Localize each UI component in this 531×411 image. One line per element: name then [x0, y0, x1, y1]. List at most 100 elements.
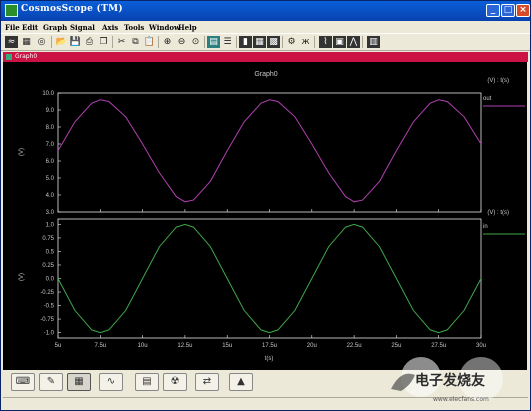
y-tick-label: 9.0 [46, 108, 55, 114]
chart-icon[interactable]: ⌇ [319, 36, 332, 48]
table-icon[interactable]: ▦ [253, 36, 266, 48]
graph-subwindow-titlebar[interactable]: Graph0 [3, 52, 528, 62]
menu-axis[interactable]: Axis [102, 23, 118, 32]
x-tick-label: 17.5u [262, 343, 277, 349]
menu-help[interactable]: Help [178, 23, 197, 32]
toolbar-separator [158, 36, 159, 48]
toolbar-separator [112, 36, 113, 48]
panel-1-legend-label: out [483, 96, 492, 102]
menu-edit[interactable]: Edit [22, 23, 38, 32]
toolbar: ≈ ▦ ◎ 📂 💾 ⎙ ❐ ✂ ⧉ 📋 ⊕ ⊖ ⊙ ▤ ☰ ▮ ▦ ▩ ⚙ ж … [1, 33, 530, 51]
x-tick-label: 15u [222, 343, 232, 349]
zoom-out-icon[interactable]: ⊖ [175, 36, 188, 48]
close-button[interactable]: × [516, 4, 530, 17]
graph-icon [6, 54, 12, 60]
subwindow-title: Graph0 [15, 53, 38, 60]
y-tick-label: 6.0 [46, 159, 55, 165]
watermark-logo: 电子发烧友 www.elecfans.com [391, 357, 503, 403]
x-tick-label: 20u [307, 343, 317, 349]
pen-icon[interactable]: ✎ [39, 373, 63, 391]
y-tick-label: -0.25 [40, 290, 54, 296]
x-axis-label: t(s) [265, 356, 274, 362]
waveform-icon[interactable]: ≈ [5, 36, 18, 48]
minimize-button[interactable]: _ [486, 4, 500, 17]
y-tick-label: 10.0 [42, 91, 54, 97]
scope-icon[interactable]: ⚙ [285, 36, 298, 48]
x-tick-label: 25u [391, 343, 401, 349]
zoom-fit-icon[interactable]: ⊙ [189, 36, 202, 48]
y-tick-label: -0.5 [44, 304, 55, 310]
nuclear-icon[interactable]: ☢ [163, 373, 187, 391]
y-tick-label: 0.0 [46, 277, 55, 283]
marker-icon[interactable]: ▮ [239, 36, 252, 48]
toolbar-separator [204, 36, 205, 48]
photo-icon[interactable]: ▣ [333, 36, 346, 48]
menu-tools[interactable]: Tools [124, 23, 144, 32]
signal-icon[interactable]: ⋀ [347, 36, 360, 48]
panel-2-legend-label: in [483, 224, 488, 230]
save-icon[interactable]: 💾 [69, 36, 82, 48]
paste-icon[interactable]: 📋 [143, 36, 156, 48]
x-tick-label: 12.5u [177, 343, 192, 349]
chart-title: Graph0 [254, 71, 277, 78]
title-bar[interactable]: CosmosScope (TM) _ □ × [1, 1, 530, 21]
curve-icon[interactable]: ∿ [99, 373, 123, 391]
y-tick-label: -0.75 [40, 317, 54, 323]
panel-2-legend-header: (V) : t(s) [487, 210, 509, 216]
x-tick-label: 7.5u [94, 343, 106, 349]
toolbar-separator [362, 36, 363, 48]
panel-1-ylabel: (V) [19, 148, 25, 156]
menu-file[interactable]: File [5, 23, 20, 32]
butterfly-icon[interactable]: ж [299, 36, 312, 48]
y-tick-label: 5.0 [46, 176, 55, 182]
spectrum-icon[interactable]: ▥ [367, 36, 380, 48]
x-tick-label: 30u [476, 343, 486, 349]
panel-2-ylabel: (V) [19, 273, 25, 281]
toolbar-separator [314, 36, 315, 48]
x-tick-label: 27.5u [431, 343, 446, 349]
watermark-text: 电子发烧友 [415, 372, 485, 389]
y-tick-label: -1.0 [44, 331, 55, 337]
y-tick-label: 3.0 [46, 210, 55, 216]
y-tick-label: 8.0 [46, 125, 55, 131]
target-icon[interactable]: ◎ [35, 36, 48, 48]
print-icon[interactable]: ⎙ [83, 36, 96, 48]
list-icon[interactable]: ☰ [221, 36, 234, 48]
app-icon [5, 4, 18, 17]
waveform-chart[interactable]: Graph0 (V) (V) : t(s) out 10.0 9.0 8.0 7.0 6… [3, 62, 527, 370]
x-tick-label: 10u [138, 343, 148, 349]
menu-graph[interactable]: Graph [43, 23, 67, 32]
panel-1-frame [57, 92, 482, 213]
matlab-icon[interactable]: ▲ [229, 373, 253, 391]
copy2-icon[interactable]: ⧉ [129, 36, 142, 48]
copy-icon[interactable]: ❐ [97, 36, 110, 48]
y-tick-label: 0.5 [46, 249, 55, 255]
calculator-icon[interactable]: ▤ [135, 373, 159, 391]
graph-area[interactable]: Graph0 (V) (V) : t(s) out 10.0 9.0 8.0 7.0 6… [3, 62, 527, 370]
toolbar-separator [51, 36, 52, 48]
keyboard-icon[interactable]: ⌨ [11, 373, 35, 391]
in-series-line[interactable] [57, 223, 482, 334]
window-title: CosmosScope (TM) [21, 4, 123, 14]
open-folder-icon[interactable]: 📂 [55, 36, 68, 48]
maximize-button[interactable]: □ [501, 4, 515, 17]
panel-1-legend-header: (V) : t(s) [487, 78, 509, 84]
cut-icon[interactable]: ✂ [115, 36, 128, 48]
y-tick-label: 0.25 [42, 263, 54, 269]
y-tick-label: 7.0 [46, 142, 55, 148]
stack-icon[interactable]: ▤ [207, 36, 220, 48]
x-tick-label: 22.5u [347, 343, 362, 349]
panel-2-frame [57, 218, 482, 339]
y-tick-label: 0.75 [42, 236, 54, 242]
graph-tool-icon[interactable]: ▦ [67, 373, 91, 391]
zoom-in-icon[interactable]: ⊕ [161, 36, 174, 48]
out-series-line[interactable] [57, 99, 482, 203]
transfer-icon[interactable]: ⇄ [195, 373, 219, 391]
grid2-icon[interactable]: ▩ [267, 36, 280, 48]
x-tick-label: 5u [55, 343, 62, 349]
toolbar-separator [236, 36, 237, 48]
menu-window[interactable]: Window [149, 23, 180, 32]
menu-signal[interactable]: Signal [70, 23, 95, 32]
grid-icon[interactable]: ▦ [20, 36, 33, 48]
menu-bar: File Edit Graph Signal Axis Tools Window… [1, 21, 530, 33]
